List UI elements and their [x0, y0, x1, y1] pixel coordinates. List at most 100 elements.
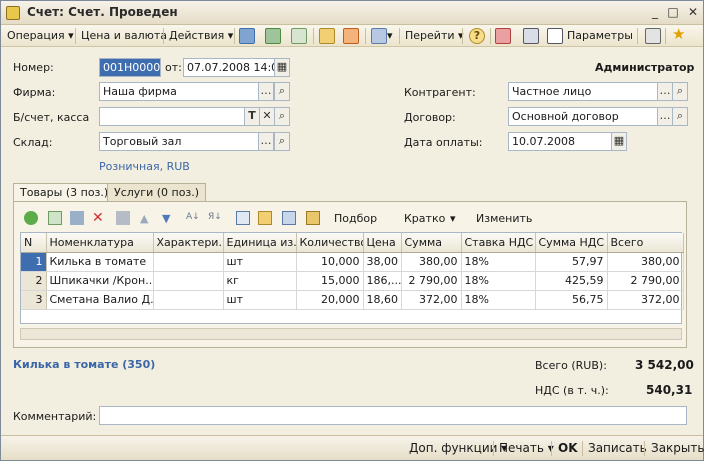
cell-vat-sum[interactable]: 56,75	[535, 290, 608, 310]
cell-sum[interactable]: 380,00	[401, 252, 462, 272]
cell-quantity[interactable]: 10,000	[296, 252, 364, 272]
operation-menu[interactable]: Операция ▾	[7, 28, 74, 44]
table-row[interactable]: 3 Сметана Валио Д... шт 20,000 18,60 372…	[21, 290, 684, 310]
add-row-icon[interactable]	[24, 211, 38, 225]
cell-quantity[interactable]: 15,000	[296, 271, 364, 291]
cell-quantity[interactable]: 20,000	[296, 290, 364, 310]
move-up-icon[interactable]: ▲	[140, 212, 148, 225]
close-button[interactable]: Закрыть	[651, 441, 704, 455]
warehouse-input[interactable]: Торговый зал	[99, 132, 259, 151]
cell-sum[interactable]: 2 790,00	[401, 271, 462, 291]
maximize-button[interactable]: □	[665, 5, 681, 20]
parameters-button[interactable]: Параметры	[567, 28, 633, 44]
magnifier-icon[interactable]: ⌕	[274, 107, 290, 126]
magnifier-icon[interactable]: ⌕	[274, 132, 290, 151]
paste-icon[interactable]	[258, 211, 272, 225]
chevron-down-icon[interactable]: ▾	[387, 28, 393, 44]
brief-view-button[interactable]: Кратко	[404, 212, 445, 225]
checklist-icon[interactable]	[547, 28, 563, 44]
change-button[interactable]: Изменить	[476, 212, 532, 225]
select-ellipsis-icon[interactable]: …	[258, 82, 274, 101]
cell-characteristic[interactable]	[153, 252, 224, 272]
copy-icon[interactable]	[236, 211, 250, 225]
column-header[interactable]: Номенклатура	[46, 233, 154, 253]
cell-price[interactable]: 186,...	[363, 271, 402, 291]
delete-row-icon[interactable]: ✕	[92, 210, 104, 226]
cell-characteristic[interactable]	[153, 290, 224, 310]
contract-input[interactable]: Основной договор	[508, 107, 658, 126]
sort-asc-icon[interactable]: A↓	[186, 212, 200, 222]
cell-sum[interactable]: 372,00	[401, 290, 462, 310]
number-input[interactable]: 001Н00000	[99, 58, 161, 77]
unpost-icon[interactable]	[343, 28, 359, 44]
close-window-button[interactable]: ✕	[685, 5, 701, 20]
clear-icon[interactable]: ✕	[259, 107, 275, 126]
comment-input[interactable]	[99, 406, 687, 425]
column-header[interactable]: Ставка НДС	[461, 233, 536, 253]
column-header[interactable]: Всего	[607, 233, 684, 253]
goto-menu[interactable]: Перейти ▾	[405, 28, 464, 44]
bank-account-input[interactable]	[99, 107, 245, 126]
ok-button[interactable]: OK	[558, 441, 578, 455]
date-input[interactable]: 07.07.2008 14:07:	[183, 58, 275, 77]
column-header[interactable]: Цена	[363, 233, 402, 253]
refresh-icon[interactable]	[265, 28, 281, 44]
cell-price[interactable]: 38,00	[363, 252, 402, 272]
actions-menu[interactable]: Действия ▾	[169, 28, 233, 44]
save-row-icon[interactable]	[116, 211, 130, 225]
cell-vat-rate[interactable]: 18%	[461, 290, 536, 310]
copy-document-icon[interactable]	[291, 28, 307, 44]
cell-unit[interactable]: шт	[223, 252, 297, 272]
cell-item[interactable]: Шпикачки /Крон...	[46, 271, 154, 291]
cell-vat-rate[interactable]: 18%	[461, 252, 536, 272]
cell-vat-sum[interactable]: 425,59	[535, 271, 608, 291]
list-settings-icon[interactable]	[523, 28, 539, 44]
select-ellipsis-icon[interactable]: …	[657, 107, 673, 126]
sort-desc-icon[interactable]: Я↓	[208, 212, 222, 222]
column-header[interactable]: Единица из...	[223, 233, 297, 253]
column-header[interactable]: Характери...	[153, 233, 224, 253]
cell-unit[interactable]: кг	[223, 271, 297, 291]
based-on-icon[interactable]	[371, 28, 387, 44]
print-button[interactable]: Печать ▾	[499, 441, 554, 455]
price-currency-button[interactable]: Цена и валюта	[81, 28, 167, 44]
clipboard-icon[interactable]	[306, 211, 320, 225]
pay-date-input[interactable]: 10.07.2008	[508, 132, 612, 151]
tab-goods[interactable]: Товары (3 поз.)	[13, 183, 116, 203]
cell-vat-sum[interactable]: 57,97	[535, 252, 608, 272]
cell-item[interactable]: Сметана Валио Д...	[46, 290, 154, 310]
table-row[interactable]: 1 Килька в томате шт 10,000 38,00 380,00…	[21, 252, 684, 272]
calculator-icon[interactable]	[645, 28, 661, 44]
copy-row-icon[interactable]	[48, 211, 62, 225]
chevron-down-icon[interactable]: ▾	[450, 212, 456, 225]
counterparty-input[interactable]: Частное лицо	[508, 82, 658, 101]
move-down-icon[interactable]: ▼	[162, 212, 170, 225]
cell-characteristic[interactable]	[153, 271, 224, 291]
select-ellipsis-icon[interactable]: …	[657, 82, 673, 101]
cell-total[interactable]: 380,00	[607, 252, 684, 272]
price-type-link[interactable]: Розничная, RUB	[99, 160, 190, 173]
cell-vat-rate[interactable]: 18%	[461, 271, 536, 291]
magnifier-icon[interactable]: ⌕	[672, 82, 688, 101]
table-row[interactable]: 2 Шпикачки /Крон... кг 15,000 186,... 2 …	[21, 271, 684, 291]
structure-icon[interactable]	[319, 28, 335, 44]
cell-total[interactable]: 2 790,00	[607, 271, 684, 291]
cell-item[interactable]: Килька в томате	[46, 252, 154, 272]
column-header[interactable]: Количество	[296, 233, 364, 253]
column-header[interactable]: Сумма	[401, 233, 462, 253]
column-header[interactable]: N	[21, 233, 47, 253]
pick-button[interactable]: Подбор	[334, 212, 377, 225]
cell-total[interactable]: 372,00	[607, 290, 684, 310]
calendar-icon[interactable]: ▦	[274, 58, 290, 77]
help-icon[interactable]: ?	[469, 28, 485, 44]
save-button[interactable]: Записать	[588, 441, 647, 455]
firm-input[interactable]: Наша фирма	[99, 82, 259, 101]
minimize-button[interactable]: _	[647, 5, 663, 20]
cell-price[interactable]: 18,60	[363, 290, 402, 310]
select-ellipsis-icon[interactable]: …	[258, 132, 274, 151]
cell-unit[interactable]: шт	[223, 290, 297, 310]
calendar-icon[interactable]: ▦	[611, 132, 627, 151]
type-t-icon[interactable]: T	[244, 107, 260, 126]
tab-services[interactable]: Услуги (0 поз.)	[107, 183, 207, 202]
magnifier-icon[interactable]: ⌕	[672, 107, 688, 126]
